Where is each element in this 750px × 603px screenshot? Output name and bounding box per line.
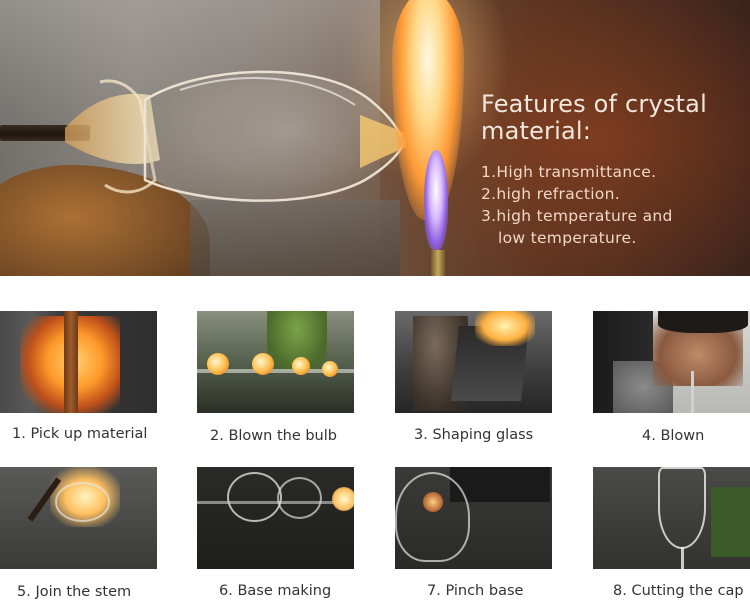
feature-item: 3.high temperature and [481,207,673,225]
step-caption: 4. Blown [642,428,705,444]
features-list: 1.High transmittance. 2.high refraction.… [481,161,741,249]
step-photo [593,467,750,569]
step-caption: 8. Cutting the cap [613,583,744,599]
step-caption: 1. Pick up material [12,426,148,442]
features-title: Features of crystal material: [481,90,707,145]
step-caption: 3. Shaping glass [414,427,534,443]
step-caption: 6. Base making [219,583,332,599]
feature-item: 2.high refraction. [481,185,620,203]
step-photo [395,467,552,569]
step-blown: 4. Blown [593,311,750,444]
torch-burner [431,250,445,276]
step-caption: 2. Blown the bulb [210,428,337,444]
feature-item-continued: low temperature. [498,229,637,247]
step-caption: 7. Pinch base [427,583,524,599]
step-cutting-the-cap: 8. Cutting the cap [593,467,750,599]
step-photo [197,467,354,569]
torch-flame-core [424,150,448,250]
step-photo [0,311,157,413]
step-pinch-base: 7. Pinch base [395,467,555,599]
step-pick-up-material: 1. Pick up material [0,311,160,442]
step-caption: 5. Join the stem [17,584,132,600]
step-shaping-glass: 3. Shaping glass [395,311,555,443]
hero-banner: Features of crystal material: 1.High tra… [0,0,750,276]
features-panel: Features of crystal material: 1.High tra… [481,91,741,249]
feature-item: 1.High transmittance. [481,163,657,181]
step-join-the-stem: 5. Join the stem [0,467,160,600]
step-photo [0,467,157,569]
step-photo [395,311,552,413]
step-photo [593,311,750,413]
step-base-making: 6. Base making [197,467,357,599]
step-photo [197,311,354,413]
step-blown-the-bulb: 2. Blown the bulb [197,311,357,444]
